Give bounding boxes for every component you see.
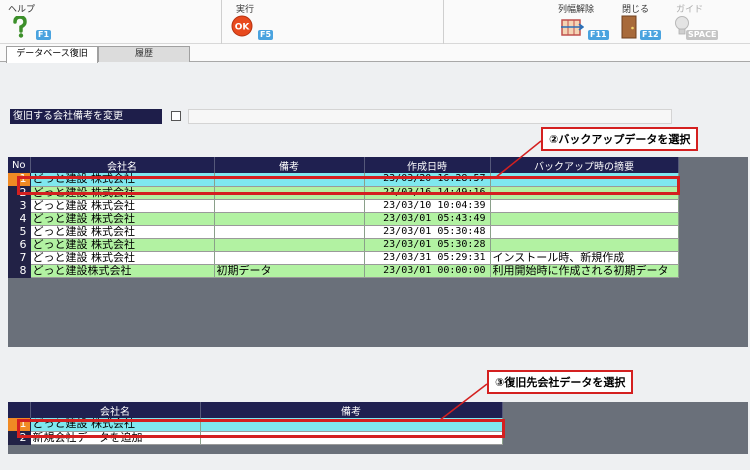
- annotation-leader-lines: [439, 140, 542, 421]
- annotation-select-target: ③復旧先会社データを選択: [487, 370, 634, 394]
- annotation-select-backup: ②バックアップデータを選択: [541, 127, 699, 151]
- tab-database-restore[interactable]: データベース復旧: [6, 46, 98, 63]
